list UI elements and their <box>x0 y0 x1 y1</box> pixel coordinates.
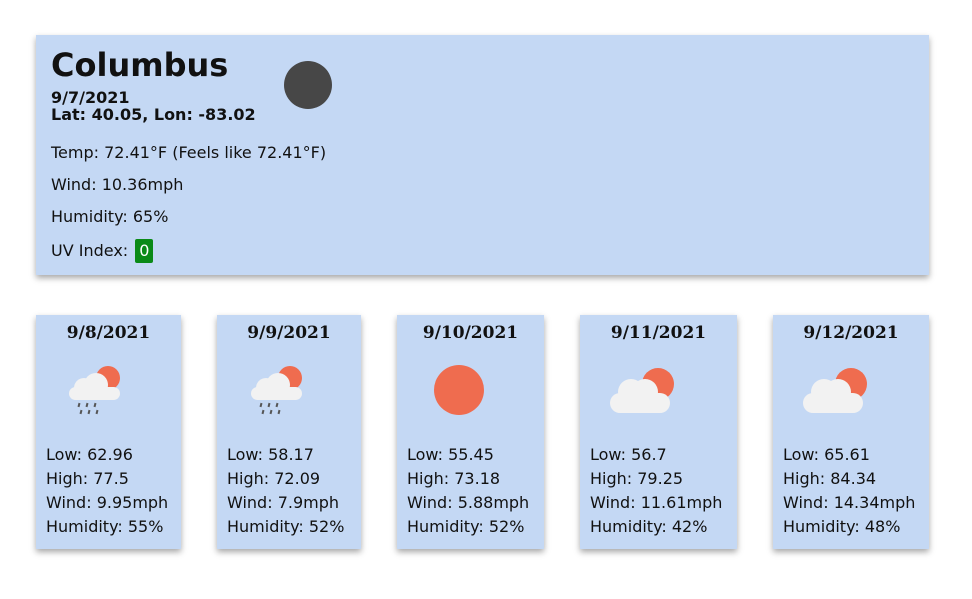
sun-icon <box>434 365 484 415</box>
forecast-wind: Wind: 14.34mph <box>783 493 916 512</box>
forecast-wind: Wind: 9.95mph <box>46 493 169 512</box>
uv-label: UV Index: <box>51 241 129 260</box>
forecast-low: Low: 55.45 <box>407 445 494 464</box>
moon-icon <box>284 61 332 109</box>
forecast-card: 9/8/2021 Low: 62.96 High: 77.5 Wind: 9.9… <box>36 315 181 549</box>
forecast-high: High: 84.34 <box>783 469 877 488</box>
forecast-humidity: Humidity: 52% <box>227 517 345 536</box>
forecast-humidity: Humidity: 52% <box>407 517 525 536</box>
forecast-low: Low: 62.96 <box>46 445 133 464</box>
rain-cloud-sun-icon <box>251 366 302 415</box>
forecast-card: 9/12/2021 Low: 65.61 High: 84.34 Wind: 1… <box>773 315 929 549</box>
forecast-high: High: 72.09 <box>227 469 321 488</box>
forecast-card: 9/11/2021 Low: 56.7 High: 79.25 Wind: 11… <box>580 315 737 549</box>
forecast-wind: Wind: 5.88mph <box>407 493 530 512</box>
city-name: Columbus <box>51 46 229 84</box>
current-weather-panel: Columbus 9/7/2021 Lat: 40.05, Lon: -83.0… <box>36 35 929 275</box>
forecast-high: High: 77.5 <box>46 469 129 488</box>
current-wind: Wind: 10.36mph <box>51 175 184 194</box>
current-temp: Temp: 72.41°F (Feels like 72.41°F) <box>51 143 327 162</box>
forecast-date: 9/9/2021 <box>247 323 331 343</box>
forecast-high: High: 73.18 <box>407 469 501 488</box>
forecast-humidity: Humidity: 42% <box>590 517 708 536</box>
forecast-date: 9/11/2021 <box>610 323 707 343</box>
forecast-wind: Wind: 7.9mph <box>227 493 340 512</box>
forecast-card: 9/10/2021 Low: 55.45 High: 73.18 Wind: 5… <box>397 315 544 549</box>
forecast-low: Low: 65.61 <box>783 445 870 464</box>
forecast-humidity: Humidity: 48% <box>783 517 901 536</box>
forecast-card: 9/9/2021 Low: 58.17 High: 72.09 Wind: 7.… <box>217 315 361 549</box>
forecast-humidity: Humidity: 55% <box>46 517 164 536</box>
forecast-low: Low: 56.7 <box>590 445 667 464</box>
forecast-date: 9/10/2021 <box>422 323 519 343</box>
forecast-low: Low: 58.17 <box>227 445 314 464</box>
current-uv: UV Index: 0 <box>51 239 154 263</box>
forecast-date: 9/12/2021 <box>803 323 899 343</box>
forecast-date: 9/8/2021 <box>66 323 151 343</box>
cloud-sun-icon <box>803 368 867 413</box>
forecast-high: High: 79.25 <box>590 469 684 488</box>
cloud-sun-icon <box>610 368 674 413</box>
current-humidity: Humidity: 65% <box>51 207 169 226</box>
forecast-wind: Wind: 11.61mph <box>590 493 723 512</box>
uv-badge: 0 <box>135 239 154 263</box>
rain-cloud-sun-icon <box>69 366 120 415</box>
lat-lon: Lat: 40.05, Lon: -83.02 <box>51 105 256 124</box>
